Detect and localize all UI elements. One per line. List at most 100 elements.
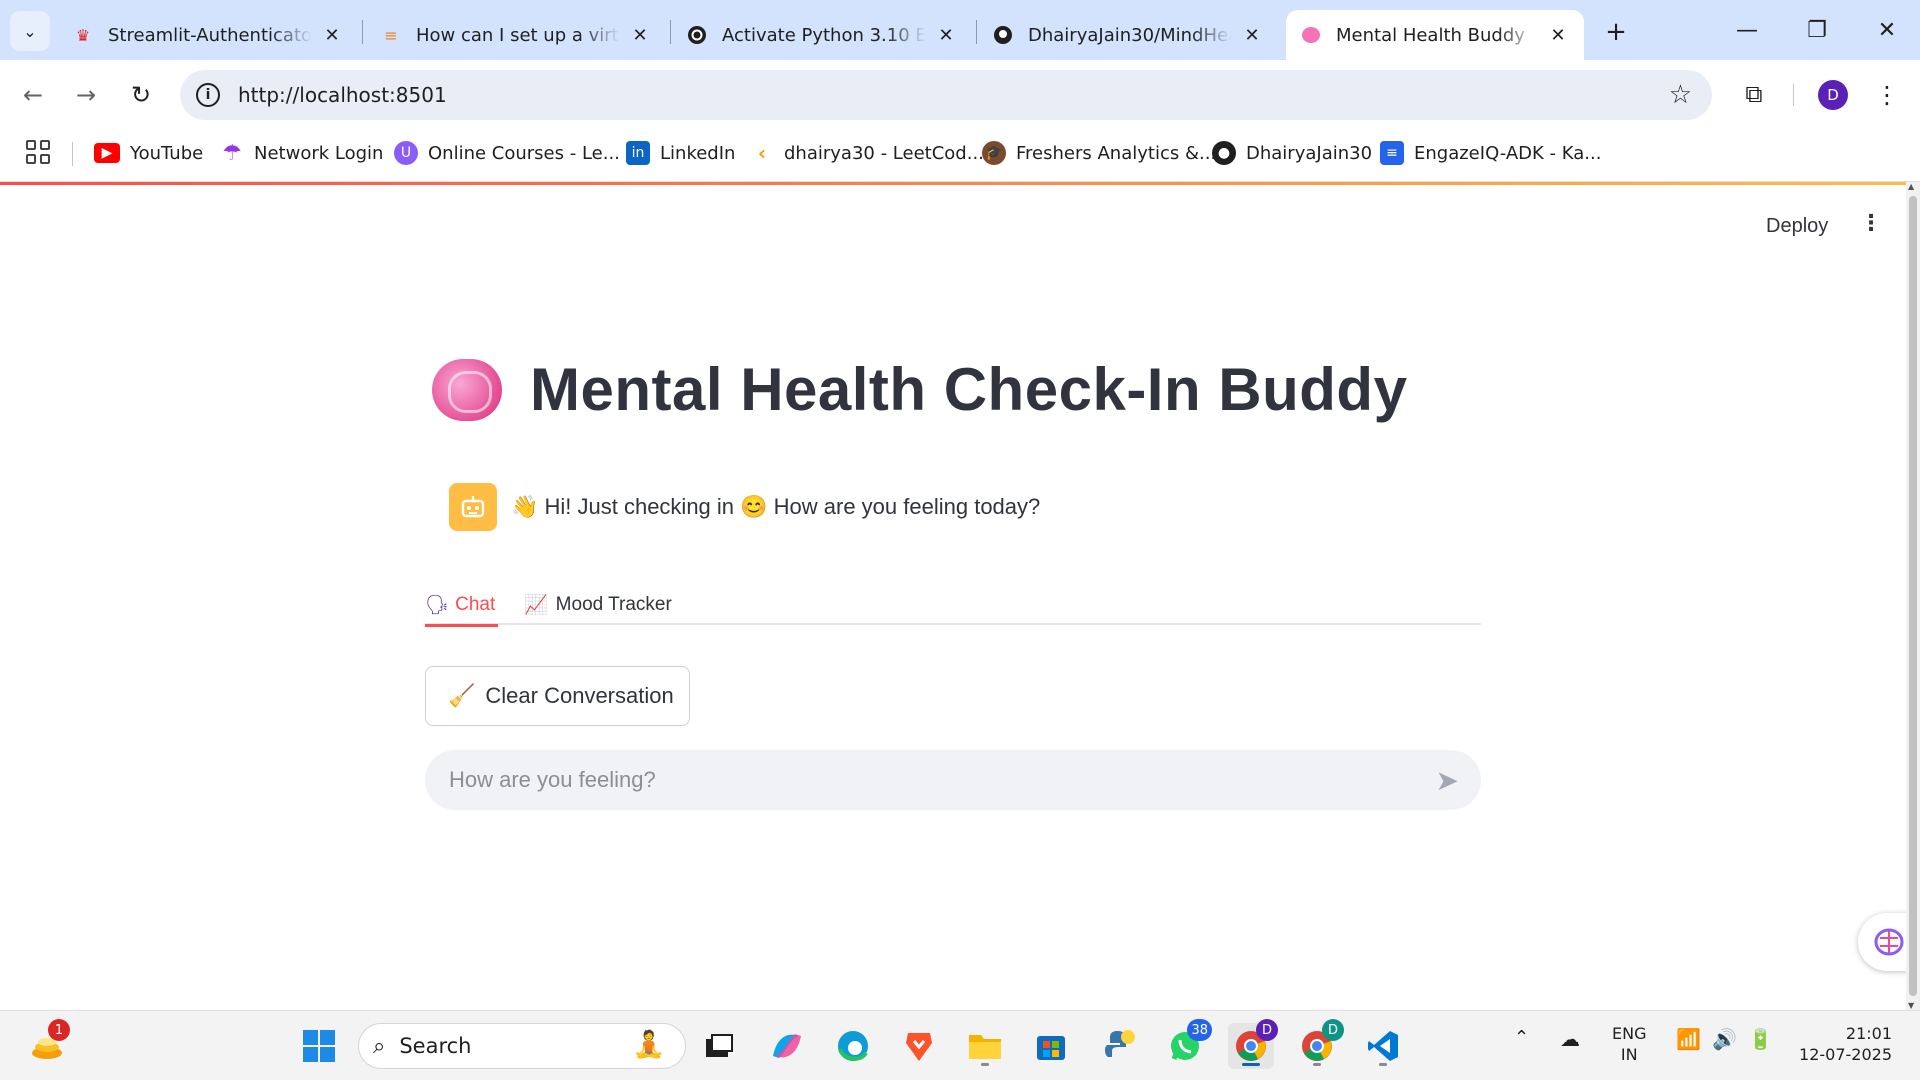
stackoverflow-icon: ≡ (384, 25, 398, 45)
broom-icon: 🧹 (448, 683, 476, 708)
bookmark-youtube[interactable]: ▶ YouTube (94, 136, 203, 170)
close-tab-icon[interactable]: ✕ (628, 25, 652, 46)
running-indicator (981, 1063, 989, 1066)
browser-toolbar: ← → ↻ i http://localhost:8501 ☆ ⧉ D ⋮ (0, 60, 1920, 128)
browser-tab[interactable]: ≡ How can I set up a virtual ✕ (366, 10, 666, 60)
task-view-icon[interactable] (696, 1023, 742, 1069)
bookmark-star-icon[interactable]: ☆ (1669, 80, 1692, 110)
chevron-down-icon: ⌄ (23, 21, 37, 41)
search-highlight-icon: 🧘 (632, 1030, 665, 1060)
bookmarks-divider (72, 142, 73, 166)
minimize-icon[interactable]: — (1722, 8, 1772, 52)
page-scrollbar[interactable]: ▲ ▼ (1906, 182, 1920, 1010)
chat-input[interactable]: How are you feeling? ➤ (425, 750, 1481, 810)
toolbar-divider (1793, 84, 1794, 106)
tab-mood-tracker[interactable]: 📈 Mood Tracker (524, 585, 672, 625)
whatsapp-icon[interactable]: 38 (1162, 1019, 1212, 1069)
openai-icon (686, 24, 708, 46)
bookmark-engazeiq[interactable]: ≡ EngazeIQ-ADK - Ka... (1380, 136, 1601, 170)
assistant-message-text: 👋 Hi! Just checking in 😊 How are you fee… (511, 494, 1041, 519)
running-indicator (1313, 1063, 1321, 1066)
linkedin-icon: in (626, 141, 650, 165)
page-title: Mental Health Check-In Buddy (530, 356, 1408, 423)
send-icon[interactable]: ➤ (1436, 764, 1459, 797)
vscode-icon[interactable] (1360, 1023, 1406, 1069)
edge-icon[interactable] (830, 1023, 876, 1069)
browser-tab[interactable]: ♛ Streamlit-Authenticator, P ✕ (58, 10, 358, 60)
tab-divider (976, 20, 977, 44)
chrome-profile-icon[interactable]: D (1294, 1019, 1344, 1069)
assistant-message: 👋 Hi! Just checking in 😊 How are you fee… (449, 483, 1040, 531)
forward-icon[interactable]: → (67, 76, 105, 114)
onedrive-icon[interactable]: ☁ (1560, 1027, 1580, 1051)
reload-icon[interactable]: ↻ (122, 76, 160, 114)
battery-icon[interactable]: 🔋 (1748, 1027, 1773, 1051)
tab-divider (670, 20, 671, 44)
running-indicator (1379, 1063, 1387, 1066)
profile-badge: D (1322, 1019, 1344, 1041)
browser-menu-icon[interactable]: ⋮ (1872, 78, 1902, 112)
streamlit-app: Deploy ⋮ Mental Health Check-In Buddy 👋 … (0, 185, 1920, 1010)
profile-avatar[interactable]: D (1818, 80, 1848, 110)
bookmark-github[interactable]: ● DhairyaJain30 (1212, 136, 1372, 170)
show-hidden-icons[interactable]: ⌃ (1514, 1027, 1529, 1048)
browser-tab-strip: ⌄ ♛ Streamlit-Authenticator, P ✕ ≡ How c… (0, 0, 1920, 60)
bookmark-online-courses[interactable]: U Online Courses - Le... (394, 136, 620, 170)
close-tab-icon[interactable]: ✕ (1546, 25, 1570, 46)
bookmark-freshers-analytics[interactable]: 🎓 Freshers Analytics &... (982, 136, 1216, 170)
site-info-icon[interactable]: i (196, 83, 220, 107)
tab-divider (362, 20, 363, 44)
file-explorer-icon[interactable] (962, 1023, 1008, 1069)
browser-tab[interactable]: Activate Python 3.10 Env ✕ (672, 10, 972, 60)
new-tab-button[interactable]: + (1598, 14, 1634, 50)
page-title-row: Mental Health Check-In Buddy (432, 355, 1407, 424)
bookmark-network-login[interactable]: ☂ Network Login (220, 136, 383, 170)
github-icon (992, 24, 1014, 46)
chrome-icon[interactable]: D (1228, 1019, 1278, 1069)
umbrella-icon: ☂ (222, 140, 242, 166)
brave-icon[interactable] (896, 1023, 942, 1069)
bookmarks-bar: ▶ YouTube ☂ Network Login U Online Cours… (0, 128, 1920, 182)
clock[interactable]: 21:01 12-07-2025 (1796, 1023, 1892, 1065)
chat-input-placeholder: How are you feeling? (449, 767, 656, 792)
close-tab-icon[interactable]: ✕ (320, 25, 344, 46)
scroll-down-icon[interactable]: ▼ (1908, 1001, 1914, 1010)
restore-icon[interactable]: ❐ (1792, 8, 1842, 52)
browser-tab-active[interactable]: Mental Health Buddy ✕ (1286, 10, 1584, 60)
leetcode-icon: ‹ (757, 141, 767, 165)
close-tab-icon[interactable]: ✕ (934, 25, 958, 46)
apps-grid-icon[interactable] (26, 140, 50, 164)
tab-search-button[interactable]: ⌄ (10, 11, 50, 51)
udemy-icon: U (394, 141, 418, 165)
widgets-icon[interactable]: 1 (24, 1019, 70, 1069)
unread-badge: 38 (1187, 1019, 1212, 1041)
robot-icon (461, 496, 485, 518)
app-menu-icon[interactable]: ⋮ (1860, 211, 1882, 236)
wifi-icon[interactable]: 📶 (1676, 1027, 1701, 1051)
bookmark-linkedin[interactable]: in LinkedIn (626, 136, 735, 170)
address-bar[interactable]: i http://localhost:8501 ☆ (180, 70, 1712, 120)
bookmark-leetcode[interactable]: ‹ dhairya30 - LeetCod... (750, 136, 984, 170)
scrollbar-thumb[interactable] (1909, 196, 1917, 996)
back-icon[interactable]: ← (14, 76, 52, 114)
python-icon[interactable] (1096, 1023, 1142, 1069)
deploy-button[interactable]: Deploy (1766, 215, 1828, 238)
url-text[interactable]: http://localhost:8501 (238, 83, 447, 107)
running-indicator (1242, 1063, 1260, 1066)
close-tab-icon[interactable]: ✕ (1240, 25, 1264, 46)
start-button[interactable] (296, 1023, 342, 1069)
brain-icon (432, 358, 502, 421)
language-indicator[interactable]: ENG IN (1612, 1023, 1646, 1065)
scroll-up-icon[interactable]: ▲ (1908, 182, 1914, 191)
volume-icon[interactable]: 🔊 (1712, 1027, 1737, 1051)
taskbar-search[interactable]: ⌕ Search 🧘 (358, 1023, 686, 1069)
tab-chat[interactable]: 🗣 Chat (425, 585, 498, 627)
browser-tab[interactable]: DhairyaJain30/MindHealt ✕ (978, 10, 1278, 60)
close-window-icon[interactable]: ✕ (1862, 8, 1912, 52)
microsoft-store-icon[interactable] (1028, 1023, 1074, 1069)
clear-conversation-button[interactable]: 🧹 Clear Conversation (425, 666, 690, 726)
windows-taskbar: 1 ⌕ Search 🧘 38 D D ⌃ ☁ ENG IN 📶 🔊 🔋 21:… (0, 1010, 1920, 1080)
copilot-icon[interactable] (764, 1023, 810, 1069)
extensions-icon[interactable]: ⧉ (1738, 78, 1770, 110)
bot-avatar (449, 483, 497, 531)
